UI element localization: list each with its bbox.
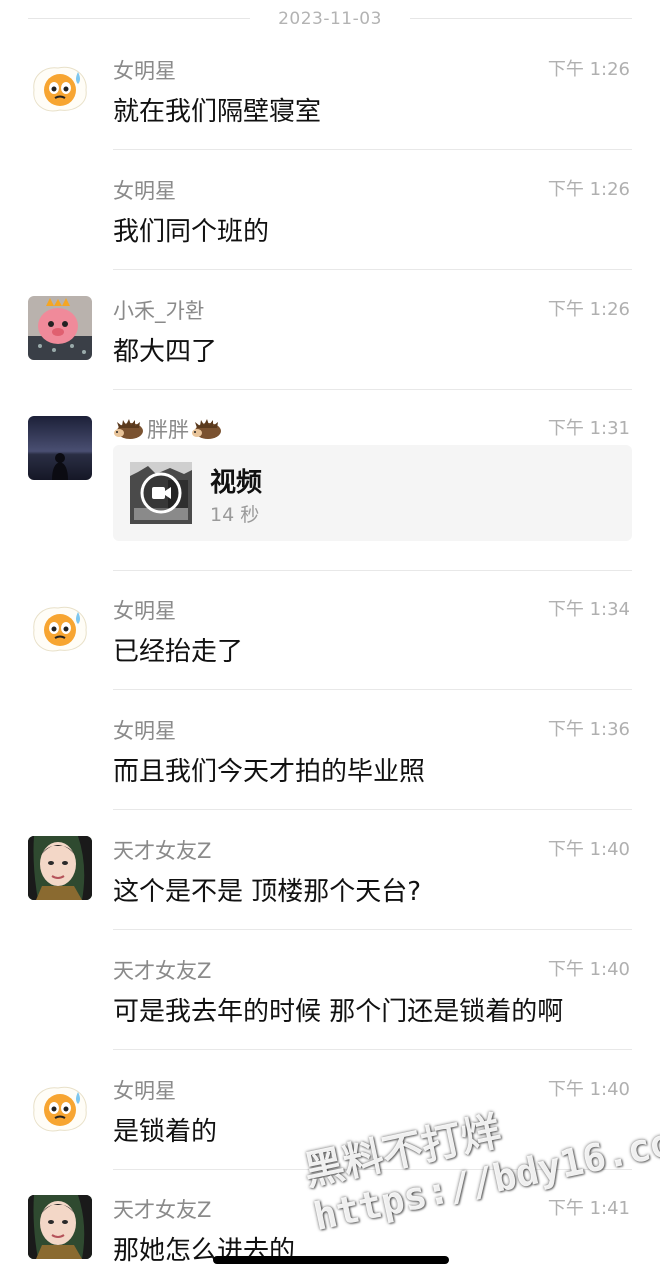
divider-line	[28, 18, 250, 19]
girl-photo-avatar[interactable]	[28, 1195, 92, 1259]
chat-history-page: 2023-11-03 女明星 下午 1:26 就在我们隔壁寝室 女明星 下午 1…	[0, 0, 660, 1280]
hedgehog-icon	[114, 419, 143, 439]
message-time: 下午 1:36	[547, 719, 630, 740]
message-time: 下午 1:40	[547, 959, 630, 980]
message-separator	[113, 1049, 632, 1050]
sender-name: 女明星	[113, 599, 176, 623]
egg-avatar[interactable]	[28, 596, 92, 660]
message-row[interactable]: 小禾_가환 下午 1:26 都大四了	[0, 295, 660, 390]
message-separator	[113, 570, 632, 571]
message-row[interactable]: 女明星 下午 1:26 就在我们隔壁寝室	[0, 55, 660, 150]
message-separator	[113, 269, 632, 270]
message-separator	[113, 689, 632, 690]
date-label: 2023-11-03	[278, 9, 382, 29]
night-silhouette-avatar[interactable]	[28, 416, 92, 480]
date-divider: 2023-11-03	[0, 0, 660, 38]
message-text: 我们同个班的	[113, 217, 270, 247]
sender-name: 女明星	[113, 179, 176, 203]
message-separator	[113, 389, 632, 390]
sender-name-row: 胖胖	[113, 414, 223, 444]
sender-name: 胖胖	[147, 418, 189, 442]
sender-name: 女明星	[113, 719, 176, 743]
girl-photo-avatar[interactable]	[28, 836, 92, 900]
message-separator	[113, 149, 632, 150]
message-separator	[113, 809, 632, 810]
egg-avatar[interactable]	[28, 56, 92, 120]
sender-name: 天才女友Z	[113, 1198, 212, 1222]
message-time: 下午 1:41	[547, 1198, 630, 1219]
message-row[interactable]: 胖胖 下午 1:31 视频 14 秒	[0, 414, 660, 571]
pink-character-avatar[interactable]	[28, 296, 92, 360]
egg-avatar[interactable]	[28, 1076, 92, 1140]
message-time: 下午 1:26	[547, 299, 630, 320]
message-time: 下午 1:26	[547, 59, 630, 80]
message-row[interactable]: 天才女友Z 下午 1:40 这个是不是 顶楼那个天台?	[0, 835, 660, 930]
message-time: 下午 1:31	[547, 418, 630, 439]
home-indicator[interactable]	[213, 1256, 449, 1264]
sender-name: 女明星	[113, 1079, 176, 1103]
message-time: 下午 1:40	[547, 839, 630, 860]
message-row[interactable]: 天才女友Z 下午 1:40 可是我去年的时候 那个门还是锁着的啊	[0, 955, 660, 1050]
message-text: 就在我们隔壁寝室	[113, 97, 322, 127]
message-text: 都大四了	[113, 337, 218, 367]
message-text: 可是我去年的时候 那个门还是锁着的啊	[113, 997, 564, 1027]
message-time: 下午 1:34	[547, 599, 630, 620]
message-text: 是锁着的	[113, 1117, 218, 1147]
divider-line	[410, 18, 632, 19]
sender-name: 天才女友Z	[113, 839, 212, 863]
sender-name: 女明星	[113, 59, 176, 83]
message-time: 下午 1:26	[547, 179, 630, 200]
video-message-card[interactable]: 视频 14 秒	[113, 445, 632, 541]
video-duration: 14 秒	[210, 504, 260, 526]
video-title: 视频	[210, 468, 263, 498]
message-text: 而且我们今天才拍的毕业照	[113, 757, 426, 787]
sender-name: 小禾_가환	[113, 299, 205, 323]
video-thumbnail[interactable]	[130, 462, 192, 524]
sender-name: 天才女友Z	[113, 959, 212, 983]
message-text: 这个是不是 顶楼那个天台?	[113, 877, 422, 907]
message-text: 已经抬走了	[113, 637, 244, 667]
message-separator	[113, 929, 632, 930]
message-row[interactable]: 女明星 下午 1:26 我们同个班的	[0, 175, 660, 270]
hedgehog-icon	[192, 419, 221, 439]
message-row[interactable]: 女明星 下午 1:36 而且我们今天才拍的毕业照	[0, 715, 660, 810]
message-row[interactable]: 女明星 下午 1:34 已经抬走了	[0, 595, 660, 690]
